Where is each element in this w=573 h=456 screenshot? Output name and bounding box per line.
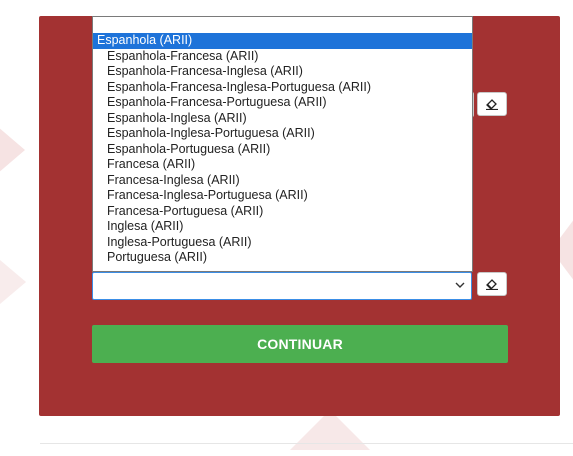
eraser-icon <box>486 279 498 290</box>
dropdown-option[interactable]: Espanhola-Francesa-Inglesa-Portuguesa (A… <box>93 80 472 96</box>
chevron-down-icon <box>455 282 465 288</box>
clear-button-top[interactable] <box>477 92 507 116</box>
dropdown-option[interactable]: Espanhola-Francesa (ARII) <box>93 49 472 65</box>
dropdown-blank-option[interactable] <box>93 17 472 33</box>
clear-button[interactable] <box>477 272 507 296</box>
eraser-icon <box>486 99 498 110</box>
divider <box>40 443 573 444</box>
dropdown-option[interactable]: Inglesa (ARII) <box>93 219 472 235</box>
dropdown-option[interactable]: Portuguesa (ARII) <box>93 250 472 266</box>
dropdown-option[interactable]: Espanhola (ARII) <box>93 33 472 49</box>
dropdown-option[interactable]: Espanhola-Inglesa-Portuguesa (ARII) <box>93 126 472 142</box>
background-decoration <box>290 410 370 450</box>
dropdown-option[interactable]: Espanhola-Francesa-Inglesa (ARII) <box>93 64 472 80</box>
dropdown-option[interactable]: Inglesa-Portuguesa (ARII) <box>93 235 472 251</box>
dropdown-option[interactable]: Francesa-Inglesa-Portuguesa (ARII) <box>93 188 472 204</box>
dropdown-option[interactable]: Francesa (ARII) <box>93 157 472 173</box>
dropdown-option[interactable]: Espanhola-Portuguesa (ARII) <box>93 142 472 158</box>
dropdown-option[interactable]: Espanhola-Francesa-Portuguesa (ARII) <box>93 95 472 111</box>
dropdown-option[interactable]: Francesa-Inglesa (ARII) <box>93 173 472 189</box>
dropdown-option[interactable]: Espanhola-Inglesa (ARII) <box>93 111 472 127</box>
background-decoration <box>0 260 26 304</box>
language-dropdown-list[interactable]: Espanhola (ARII) Espanhola-Francesa (ARII… <box>92 16 473 272</box>
continue-button[interactable]: CONTINUAR <box>92 325 508 363</box>
dropdown-option[interactable]: Francesa-Portuguesa (ARII) <box>93 204 472 220</box>
background-decoration <box>0 120 25 180</box>
language-select[interactable] <box>92 272 472 300</box>
